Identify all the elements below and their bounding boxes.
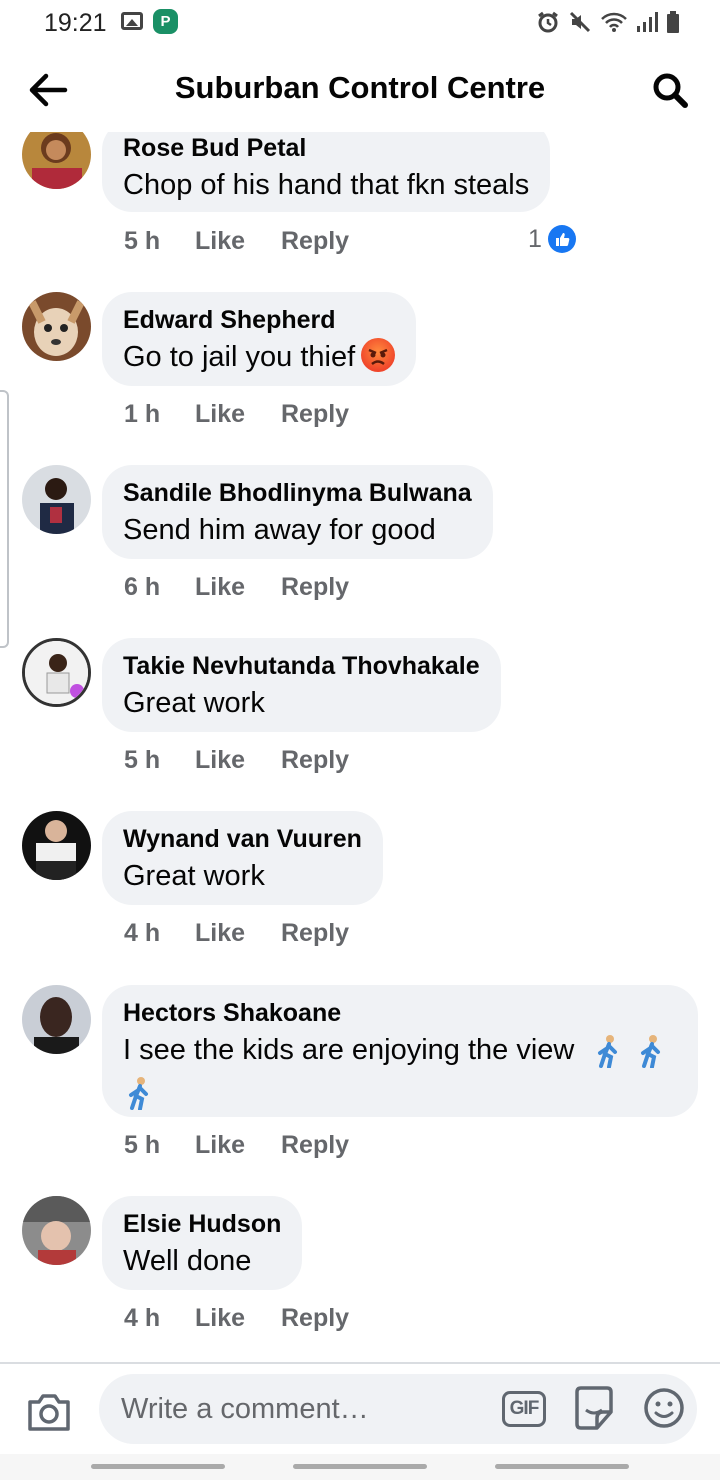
- page-title: Suburban Control Centre: [174, 70, 546, 105]
- like-button[interactable]: Like: [195, 400, 281, 429]
- comment-text: Great work: [123, 860, 265, 892]
- search-icon: [653, 73, 688, 108]
- comment-item: Hectors Shakoane I see the kids are enjo…: [0, 985, 720, 1163]
- nav-home-button[interactable]: [293, 1464, 427, 1469]
- comment-text: Well done: [123, 1245, 252, 1277]
- comment-bubble[interactable]: Edward Shepherd Go to jail you thief: [102, 292, 417, 386]
- avatar[interactable]: [22, 292, 91, 361]
- comment-author[interactable]: Elsie Hudson: [123, 1209, 281, 1239]
- comment-time[interactable]: 5 h: [124, 227, 195, 256]
- comment-actions: 5 h Like Reply: [124, 744, 349, 776]
- like-button[interactable]: Like: [195, 746, 281, 775]
- comment-item: Elsie Hudson Well done 4 h Like Reply: [0, 1196, 720, 1338]
- comment-author[interactable]: Wynand van Vuuren: [123, 824, 362, 854]
- comment-author[interactable]: Edward Shepherd: [123, 305, 395, 335]
- like-button[interactable]: Like: [195, 1131, 281, 1160]
- comment-author[interactable]: Hectors Shakoane: [123, 998, 677, 1028]
- comment-text: Go to jail you thief: [123, 341, 356, 373]
- camera-icon: [28, 1394, 70, 1431]
- comment-time[interactable]: 6 h: [124, 573, 195, 602]
- wifi-icon: [601, 12, 627, 32]
- comment-time[interactable]: 1 h: [124, 400, 195, 429]
- like-button[interactable]: Like: [195, 573, 281, 602]
- comment-actions: 4 h Like Reply: [124, 917, 349, 949]
- comment-text: I see the kids are enjoying the view: [123, 1034, 575, 1066]
- angry-face-icon: [361, 338, 396, 373]
- comment-time[interactable]: 4 h: [124, 919, 195, 948]
- like-button[interactable]: Like: [195, 227, 281, 256]
- comment-actions: 5 h Like Reply: [124, 1129, 349, 1161]
- sticker-icon: [575, 1386, 613, 1430]
- comment-author[interactable]: Rose Bud Petal: [123, 133, 529, 163]
- nav-back-button[interactable]: [495, 1464, 629, 1469]
- comment-composer: GIF: [0, 1362, 720, 1454]
- avatar[interactable]: [22, 638, 91, 707]
- comment-text-line: I see the kids are enjoying the view: [123, 1029, 677, 1113]
- reply-button[interactable]: Reply: [281, 1304, 349, 1333]
- search-button[interactable]: [648, 68, 692, 112]
- battery-icon: [667, 11, 679, 33]
- camera-button[interactable]: [26, 1392, 72, 1437]
- person-walking-icon: [598, 1035, 618, 1069]
- reply-button[interactable]: Reply: [281, 1131, 349, 1160]
- status-icons: [536, 10, 680, 34]
- comment-time[interactable]: 5 h: [124, 1131, 195, 1160]
- reply-button[interactable]: Reply: [281, 400, 349, 429]
- reaction-count: 1: [528, 224, 542, 253]
- status-bar: 19:21 P: [0, 0, 720, 44]
- comment-text-line: Go to jail you thief: [123, 336, 396, 378]
- avatar[interactable]: [22, 811, 91, 880]
- comment-author[interactable]: Takie Nevhutanda Thovhakale: [123, 651, 480, 681]
- alarm-icon: [538, 11, 558, 33]
- comment-item: Sandile Bhodlinyma Bulwana Send him away…: [0, 465, 720, 607]
- app-icon: P: [153, 9, 178, 34]
- comment-bubble[interactable]: Sandile Bhodlinyma Bulwana Send him away…: [102, 465, 493, 559]
- status-time: 19:21: [44, 9, 107, 37]
- edge-panel-handle[interactable]: [0, 390, 9, 648]
- reaction-summary[interactable]: 1: [528, 223, 576, 255]
- avatar[interactable]: [22, 132, 91, 189]
- gallery-icon: [121, 12, 143, 30]
- reply-button[interactable]: Reply: [281, 573, 349, 602]
- person-walking-icon: [640, 1035, 660, 1069]
- comment-text: Send him away for good: [123, 514, 436, 546]
- comment-bubble[interactable]: Elsie Hudson Well done: [102, 1196, 303, 1290]
- gif-button[interactable]: GIF: [502, 1391, 546, 1427]
- comment-actions: 4 h Like Reply: [124, 1302, 349, 1334]
- comment-bubble[interactable]: Wynand van Vuuren Great work: [102, 811, 383, 905]
- like-reaction-icon: [547, 225, 576, 253]
- comment-actions: 6 h Like Reply: [124, 571, 349, 603]
- sticker-button[interactable]: [571, 1384, 617, 1437]
- reply-button[interactable]: Reply: [281, 227, 349, 256]
- comment-actions: 5 h Like Reply: [124, 225, 349, 257]
- mute-icon: [569, 11, 591, 33]
- system-nav-bar: [0, 1454, 720, 1480]
- comment-text: Chop of his hand that fkn steals: [123, 169, 530, 201]
- comment-author[interactable]: Sandile Bhodlinyma Bulwana: [123, 478, 472, 508]
- avatar[interactable]: [22, 1196, 91, 1265]
- comment-bubble[interactable]: Hectors Shakoane I see the kids are enjo…: [102, 985, 698, 1117]
- signal-icon: [637, 12, 658, 32]
- app-header: Suburban Control Centre: [0, 44, 720, 132]
- smiley-icon: [644, 1388, 684, 1428]
- comment-time[interactable]: 4 h: [124, 1304, 195, 1333]
- comment-time[interactable]: 5 h: [124, 746, 195, 775]
- comment-item: Edward Shepherd Go to jail you thief 1 h…: [0, 292, 720, 434]
- reply-button[interactable]: Reply: [281, 919, 349, 948]
- person-walking-icon: [129, 1077, 148, 1111]
- nav-recents-button[interactable]: [91, 1464, 225, 1469]
- comment-item: Takie Nevhutanda Thovhakale Great work 5…: [0, 638, 720, 780]
- comment-actions: 1 h Like Reply: [124, 398, 349, 430]
- comment-bubble[interactable]: Takie Nevhutanda Thovhakale Great work: [102, 638, 501, 732]
- comment-item: Rose Bud Petal Chop of his hand that fkn…: [0, 132, 720, 262]
- avatar[interactable]: [22, 465, 91, 534]
- like-button[interactable]: Like: [195, 1304, 281, 1333]
- comment-item: Wynand van Vuuren Great work 4 h Like Re…: [0, 811, 720, 953]
- like-button[interactable]: Like: [195, 919, 281, 948]
- comment-bubble[interactable]: Rose Bud Petal Chop of his hand that fkn…: [102, 132, 551, 212]
- emoji-button[interactable]: [643, 1387, 685, 1434]
- comment-text: Great work: [123, 687, 265, 719]
- reply-button[interactable]: Reply: [281, 746, 349, 775]
- avatar[interactable]: [22, 985, 91, 1054]
